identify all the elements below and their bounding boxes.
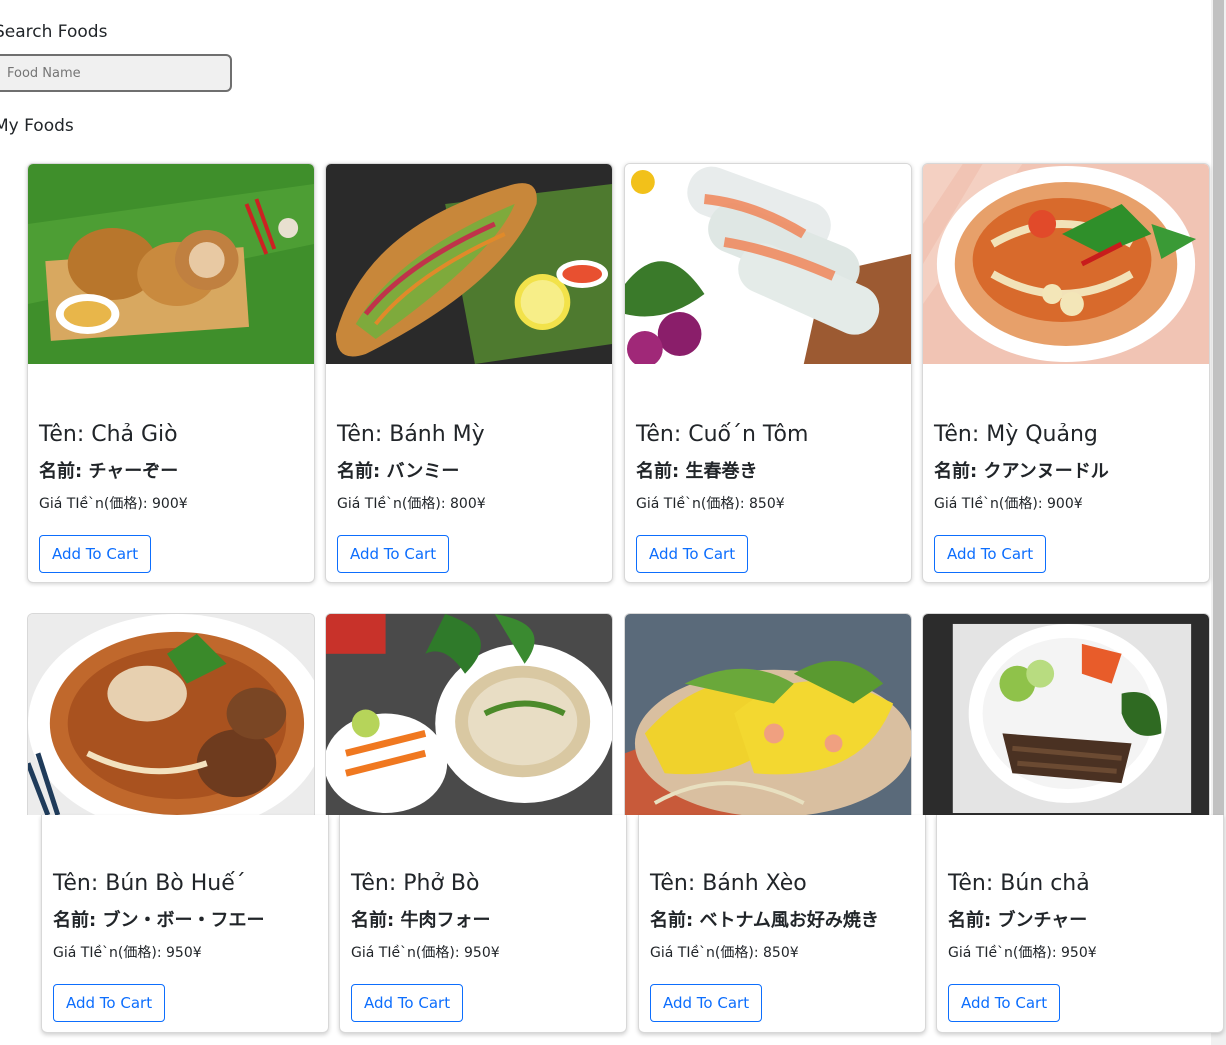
search-label: Search Foods	[0, 22, 108, 42]
food-card: Tên: Chả Giò 名前: チャーぞー Giá TIề`n(価格): 90…	[27, 163, 315, 583]
food-image-my-quang	[923, 164, 1209, 364]
food-card-body: Tên: Bánh Xèo 名前: ベトナム風お好み焼き Giá TIề`n(価…	[638, 815, 926, 1033]
food-card: Tên: Bún chả 名前: ブンチャー Giá TIề`n(価格): 95…	[922, 613, 1224, 1033]
food-image-banh-xeo	[624, 613, 912, 815]
food-card: Tên: Cuố´n Tôm 名前: 生春巻き Giá TIề`n(価格): 8…	[624, 163, 912, 583]
food-price: Giá TIề`n(価格): 950¥	[53, 945, 202, 961]
add-to-cart-button[interactable]: Add To Cart	[337, 535, 450, 573]
my-foods-title: My Foods	[0, 116, 74, 136]
food-card-body: Tên: Phở Bò 名前: 牛肉フォー Giá TIề`n(価格): 950…	[339, 815, 627, 1033]
food-name-jp: 名前: バンミー	[337, 461, 460, 482]
food-image-cha-gio	[28, 164, 314, 364]
food-name-jp: 名前: 牛肉フォー	[351, 910, 491, 931]
add-to-cart-button[interactable]: Add To Cart	[636, 535, 749, 573]
add-to-cart-button[interactable]: Add To Cart	[39, 535, 152, 573]
food-card-body: Tên: Bún Bò Huế´ 名前: ブン・ボー・フエー Giá TIề`n…	[41, 815, 329, 1033]
add-to-cart-button[interactable]: Add To Cart	[351, 984, 464, 1022]
food-card: Tên: Bánh Mỳ 名前: バンミー Giá TIề`n(価格): 800…	[325, 163, 613, 583]
food-name-vn: Tên: Phở Bò	[351, 871, 480, 896]
food-card-body: Tên: Bún chả 名前: ブンチャー Giá TIề`n(価格): 95…	[936, 815, 1224, 1033]
food-image-pho-bo	[325, 613, 613, 815]
add-to-cart-button[interactable]: Add To Cart	[948, 984, 1061, 1022]
food-name-vn: Tên: Bún Bò Huế´	[53, 871, 246, 896]
food-name-jp: 名前: クアンヌードル	[934, 461, 1109, 482]
add-to-cart-button[interactable]: Add To Cart	[934, 535, 1047, 573]
food-price: Giá TIề`n(価格): 850¥	[650, 945, 799, 961]
food-name-jp: 名前: 生春巻き	[636, 461, 758, 482]
food-image-banh-my	[326, 164, 612, 364]
add-to-cart-button[interactable]: Add To Cart	[650, 984, 763, 1022]
food-name-vn: Tên: Bánh Mỳ	[337, 422, 485, 447]
food-image-cuon-tom	[625, 164, 911, 364]
food-price: Giá TIề`n(価格): 950¥	[351, 945, 500, 961]
food-price: Giá TIề`n(価格): 850¥	[636, 496, 785, 512]
food-name-jp: 名前: ベトナム風お好み焼き	[650, 910, 879, 931]
food-name-jp: 名前: チャーぞー	[39, 461, 179, 482]
food-name-vn: Tên: Cuố´n Tôm	[636, 422, 809, 447]
food-name-jp: 名前: ブンチャー	[948, 910, 1088, 931]
food-name-vn: Tên: Chả Giò	[39, 422, 178, 447]
food-card: Tên: Bánh Xèo 名前: ベトナム風お好み焼き Giá TIề`n(価…	[624, 613, 926, 1033]
food-name-search-input[interactable]	[0, 54, 232, 92]
food-card: Tên: Bún Bò Huế´ 名前: ブン・ボー・フエー Giá TIề`n…	[27, 613, 329, 1033]
food-price: Giá TIề`n(価格): 900¥	[39, 496, 188, 512]
food-name-jp: 名前: ブン・ボー・フエー	[53, 910, 265, 931]
food-image-bun-cha	[922, 613, 1210, 815]
food-name-vn: Tên: Mỳ Quảng	[934, 422, 1098, 447]
food-card: Tên: Mỳ Quảng 名前: クアンヌードル Giá TIề`n(価格):…	[922, 163, 1210, 583]
food-price: Giá TIề`n(価格): 800¥	[337, 496, 486, 512]
food-image-bun-bo-hue	[27, 613, 315, 815]
add-to-cart-button[interactable]: Add To Cart	[53, 984, 166, 1022]
food-price: Giá TIề`n(価格): 950¥	[948, 945, 1097, 961]
food-name-vn: Tên: Bánh Xèo	[650, 871, 807, 896]
food-card: Tên: Phở Bò 名前: 牛肉フォー Giá TIề`n(価格): 950…	[325, 613, 627, 1033]
food-price: Giá TIề`n(価格): 900¥	[934, 496, 1083, 512]
food-name-vn: Tên: Bún chả	[948, 871, 1090, 896]
